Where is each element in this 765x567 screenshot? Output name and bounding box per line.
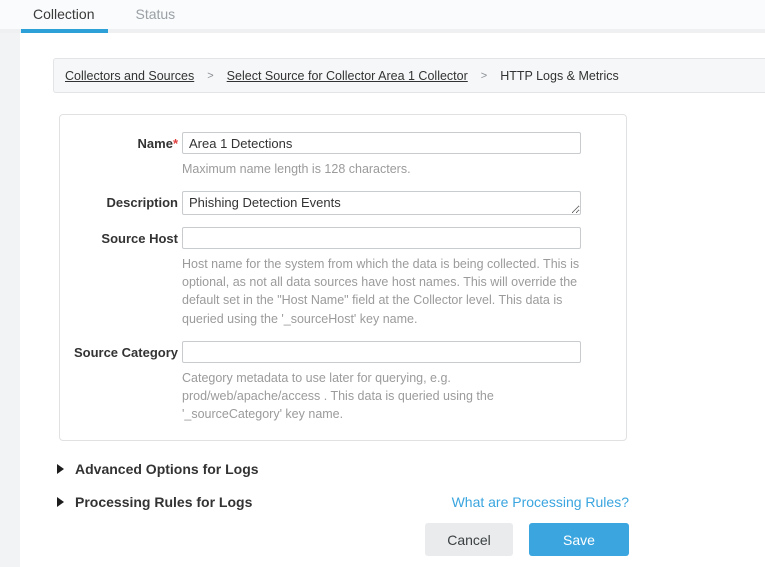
source-category-field-row: Source Category <box>60 341 626 363</box>
form-actions: Cancel Save <box>20 523 629 556</box>
breadcrumb: Collectors and Sources > Select Source f… <box>53 58 765 93</box>
cancel-button[interactable]: Cancel <box>425 523 513 556</box>
content-panel: Collectors and Sources > Select Source f… <box>20 33 765 567</box>
tab-collection[interactable]: Collection <box>33 0 94 29</box>
caret-right-icon <box>57 497 64 507</box>
source-host-help-text: Host name for the system from which the … <box>182 255 582 328</box>
source-config-card: Name* Maximum name length is 128 charact… <box>59 114 627 441</box>
source-category-help-text: Category metadata to use later for query… <box>182 369 582 423</box>
name-label-text: Name <box>138 136 173 151</box>
processing-rules-title: Processing Rules for Logs <box>75 494 252 510</box>
name-field-row: Name* <box>60 132 626 154</box>
source-host-label: Source Host <box>60 227 178 249</box>
what-are-processing-rules-link[interactable]: What are Processing Rules? <box>452 494 629 510</box>
processing-rules-section: Processing Rules for Logs What are Proce… <box>57 494 629 510</box>
description-label: Description <box>60 191 178 215</box>
source-host-input[interactable] <box>182 227 581 249</box>
tab-bar: Collection Status <box>0 0 765 29</box>
source-category-input[interactable] <box>182 341 581 363</box>
description-textarea[interactable]: Phishing Detection Events <box>182 191 581 215</box>
description-field-row: Description Phishing Detection Events <box>60 191 626 215</box>
advanced-options-title: Advanced Options for Logs <box>75 461 259 477</box>
advanced-options-section: Advanced Options for Logs <box>57 461 629 477</box>
breadcrumb-collectors-and-sources[interactable]: Collectors and Sources <box>65 69 194 83</box>
name-label: Name* <box>60 132 178 154</box>
breadcrumb-select-source[interactable]: Select Source for Collector Area 1 Colle… <box>227 69 468 83</box>
source-category-label: Source Category <box>60 341 178 363</box>
breadcrumb-separator-icon: > <box>194 70 226 82</box>
save-button[interactable]: Save <box>529 523 629 556</box>
processing-rules-expander[interactable]: Processing Rules for Logs <box>57 494 252 510</box>
required-asterisk: * <box>173 136 178 151</box>
active-tab-indicator <box>21 29 108 33</box>
name-help-text: Maximum name length is 128 characters. <box>182 160 582 178</box>
tab-status[interactable]: Status <box>135 0 175 29</box>
caret-right-icon <box>57 464 64 474</box>
source-host-field-row: Source Host <box>60 227 626 249</box>
breadcrumb-separator-icon: > <box>468 70 500 82</box>
breadcrumb-current-page: HTTP Logs & Metrics <box>500 69 619 83</box>
name-input[interactable] <box>182 132 581 154</box>
advanced-options-expander[interactable]: Advanced Options for Logs <box>57 461 259 477</box>
